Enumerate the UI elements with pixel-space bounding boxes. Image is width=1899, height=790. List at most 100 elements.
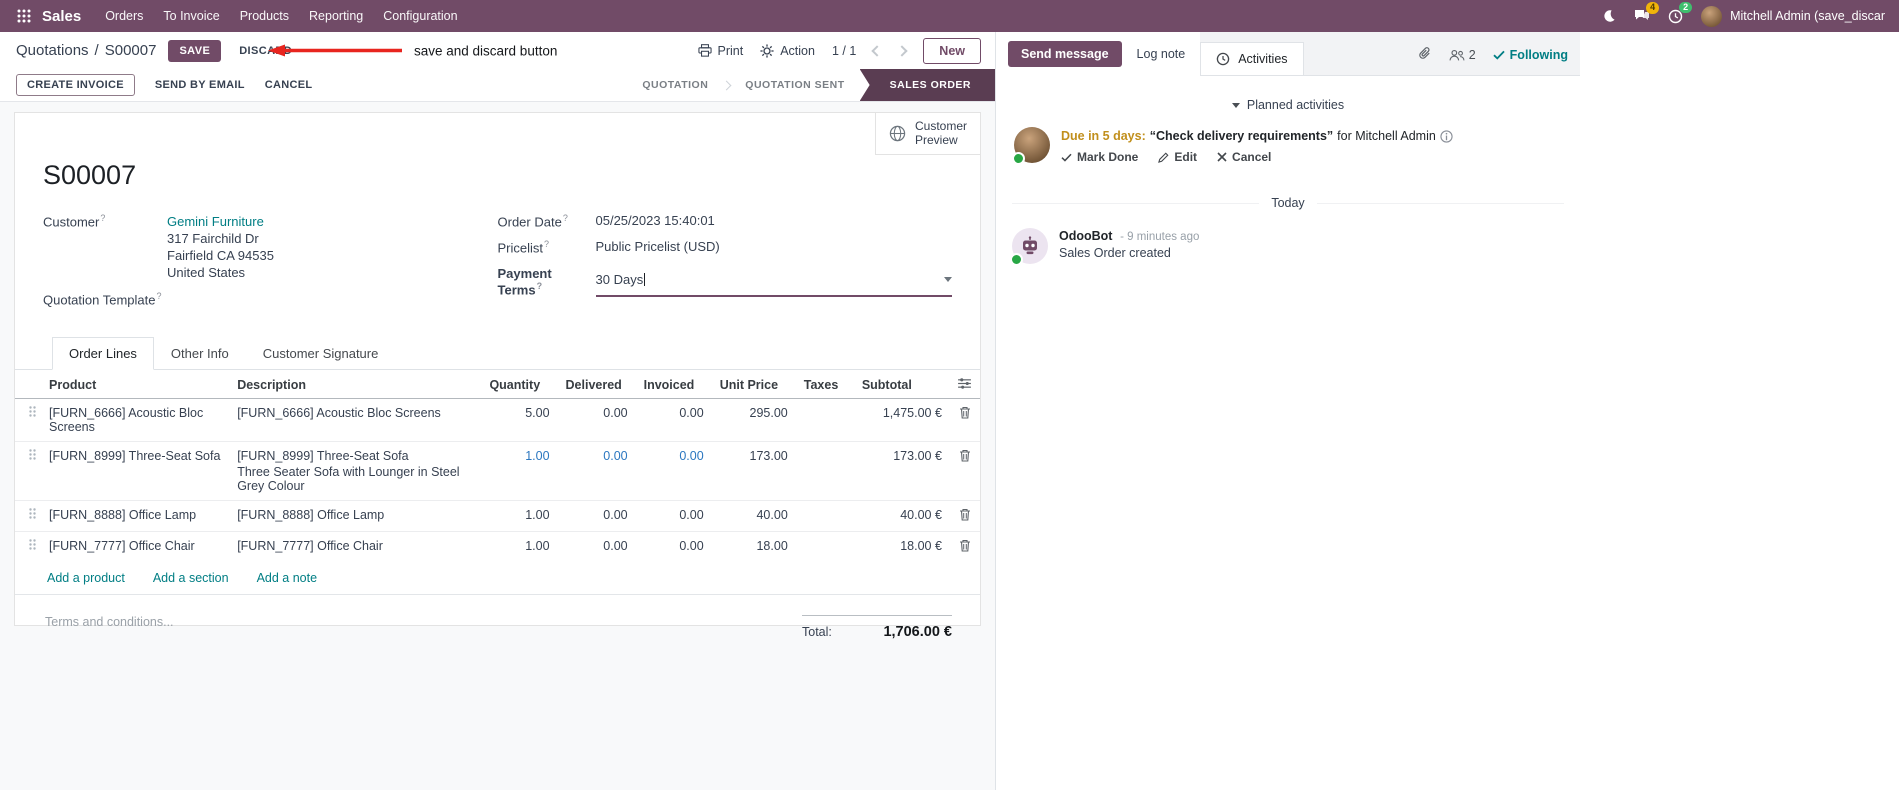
cell-taxes[interactable]: [795, 531, 854, 563]
activities-button[interactable]: Activities: [1200, 42, 1304, 75]
dropdown-caret-icon[interactable]: [944, 277, 952, 283]
payment-terms-input[interactable]: 30 Days: [595, 266, 952, 297]
cell-product[interactable]: [FURN_7777] Office Chair: [41, 531, 230, 563]
cell-unit-price[interactable]: 40.00: [711, 500, 796, 532]
cell-quantity[interactable]: 1.00: [481, 531, 558, 563]
col-description[interactable]: Description: [229, 370, 482, 400]
drag-handle[interactable]: [15, 441, 42, 501]
customer-link[interactable]: Gemini Furniture: [167, 214, 264, 229]
nav-item-configuration[interactable]: Configuration: [373, 0, 467, 32]
add-a-section-link[interactable]: Add a section: [153, 571, 229, 585]
send-by-email-button[interactable]: SEND BY EMAIL: [155, 79, 245, 91]
paperclip-icon[interactable]: [1418, 46, 1432, 64]
stage-quotation-sent[interactable]: QUOTATION SENT: [730, 69, 859, 101]
cell-invoiced[interactable]: 0.00: [635, 500, 712, 532]
cell-taxes[interactable]: [796, 399, 854, 442]
cell-delivered[interactable]: 0.00: [558, 399, 636, 442]
col-delivered[interactable]: Delivered: [557, 370, 636, 400]
edit-activity-button[interactable]: Edit: [1158, 150, 1197, 164]
activities-clock-icon[interactable]: 2: [1668, 1, 1693, 24]
cell-quantity[interactable]: 1.00: [481, 500, 558, 532]
cell-invoiced[interactable]: 0.00: [635, 441, 712, 501]
cell-delivered[interactable]: 0.00: [557, 531, 636, 563]
delete-row-button[interactable]: [950, 399, 980, 442]
col-quantity[interactable]: Quantity: [481, 370, 558, 400]
messages-icon[interactable]: 4: [1634, 2, 1660, 23]
order-date-value[interactable]: 05/25/2023 15:40:01: [596, 213, 715, 229]
help-icon: ?: [156, 291, 162, 301]
cell-invoiced[interactable]: 0.00: [635, 531, 712, 563]
user-avatar: [1701, 5, 1723, 27]
breadcrumb-quotations[interactable]: Quotations: [16, 42, 89, 59]
check-icon: [1493, 50, 1505, 60]
cell-quantity[interactable]: 1.00: [481, 441, 558, 501]
cell-delivered[interactable]: 0.00: [557, 441, 636, 501]
moon-icon[interactable]: [1602, 9, 1616, 23]
user-menu[interactable]: Mitchell Admin (save_discar: [1701, 5, 1885, 27]
info-icon[interactable]: [1440, 129, 1453, 143]
tab-customer-signature[interactable]: Customer Signature: [246, 337, 396, 370]
pricelist-value[interactable]: Public Pricelist (USD): [596, 239, 720, 255]
customer-preview-button[interactable]: Customer Preview: [874, 113, 980, 155]
nav-item-orders[interactable]: Orders: [95, 0, 153, 32]
col-subtotal[interactable]: Subtotal: [853, 370, 950, 400]
cell-description[interactable]: [FURN_7777] Office Chair: [229, 531, 482, 563]
add-a-note-link[interactable]: Add a note: [257, 571, 317, 585]
pager-previous-icon[interactable]: [871, 44, 883, 57]
col-taxes[interactable]: Taxes: [795, 370, 854, 400]
delete-row-button[interactable]: [949, 441, 980, 501]
col-invoiced[interactable]: Invoiced: [635, 370, 712, 400]
delete-row-button[interactable]: [949, 531, 980, 563]
cell-delivered[interactable]: 0.00: [557, 500, 636, 532]
cell-product[interactable]: [FURN_8999] Three-Seat Sofa: [41, 441, 230, 501]
save-button[interactable]: SAVE: [168, 39, 222, 62]
stage-sales-order[interactable]: SALES ORDER: [859, 69, 995, 101]
apps-menu-icon[interactable]: [10, 9, 38, 23]
tab-other-info[interactable]: Other Info: [154, 337, 246, 370]
action-menu-button[interactable]: Action: [760, 44, 815, 58]
optional-columns-button[interactable]: [949, 370, 980, 400]
nav-item-reporting[interactable]: Reporting: [299, 0, 373, 32]
followers-button[interactable]: 2: [1449, 48, 1476, 62]
col-product[interactable]: Product: [41, 370, 230, 400]
log-note-button[interactable]: Log note: [1122, 41, 1201, 67]
terms-and-conditions-placeholder[interactable]: Terms and conditions...: [45, 615, 174, 629]
cell-invoiced[interactable]: 0.00: [636, 399, 712, 442]
message-author[interactable]: OdooBot: [1059, 229, 1112, 243]
cancel-button[interactable]: CANCEL: [265, 79, 313, 91]
cell-description[interactable]: [FURN_6666] Acoustic Bloc Screens: [229, 399, 481, 442]
drag-handle[interactable]: [15, 531, 42, 563]
app-brand[interactable]: Sales: [42, 8, 81, 25]
cell-product[interactable]: [FURN_8888] Office Lamp: [41, 500, 230, 532]
add-a-product-link[interactable]: Add a product: [47, 571, 125, 585]
cell-description[interactable]: [FURN_8999] Three-Seat Sofa Three Seater…: [229, 441, 482, 501]
cell-product[interactable]: [FURN_6666] Acoustic Bloc Screens: [41, 399, 229, 442]
cell-taxes[interactable]: [795, 441, 854, 501]
following-button[interactable]: Following: [1493, 48, 1568, 62]
print-button[interactable]: Print: [697, 44, 743, 58]
pager-next-icon[interactable]: [896, 44, 908, 57]
tab-order-lines[interactable]: Order Lines: [52, 337, 154, 371]
drag-handle[interactable]: [15, 500, 42, 532]
nav-item-to-invoice[interactable]: To Invoice: [153, 0, 229, 32]
cell-unit-price[interactable]: 173.00: [711, 441, 796, 501]
cell-quantity[interactable]: 5.00: [481, 399, 557, 442]
create-invoice-button[interactable]: CREATE INVOICE: [16, 74, 135, 96]
cell-unit-price[interactable]: 295.00: [712, 399, 796, 442]
col-unit-price[interactable]: Unit Price: [711, 370, 796, 400]
new-button[interactable]: New: [923, 37, 981, 64]
cell-unit-price[interactable]: 18.00: [711, 531, 796, 563]
mark-done-button[interactable]: Mark Done: [1061, 150, 1138, 164]
planned-activities-header[interactable]: Planned activities: [1012, 98, 1564, 112]
discard-button[interactable]: DISCARD: [231, 40, 300, 62]
cell-description[interactable]: [FURN_8888] Office Lamp: [229, 500, 482, 532]
delete-row-button[interactable]: [949, 500, 980, 532]
cell-taxes[interactable]: [795, 500, 854, 532]
control-panel: Quotations / S00007 SAVE DISCARD save an…: [0, 32, 995, 69]
field-group-left: Customer? Gemini Furniture 317 Fairchild…: [43, 213, 498, 317]
stage-quotation[interactable]: QUOTATION: [627, 69, 723, 101]
drag-handle[interactable]: [15, 399, 41, 442]
send-message-button[interactable]: Send message: [1008, 41, 1122, 67]
cancel-activity-button[interactable]: Cancel: [1217, 150, 1271, 164]
nav-item-products[interactable]: Products: [230, 0, 299, 32]
